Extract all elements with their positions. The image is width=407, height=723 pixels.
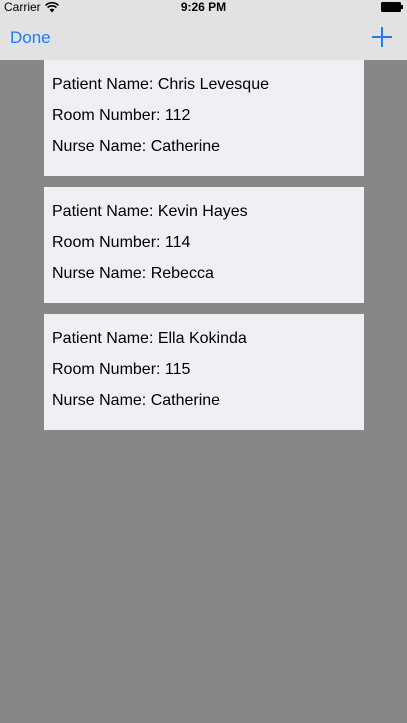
room-number-label: Room Number: 115 bbox=[52, 361, 191, 378]
status-bar: Carrier 9:26 PM bbox=[0, 0, 407, 14]
patient-name-label: Patient Name: Chris Levesque bbox=[52, 76, 269, 93]
navigation-bar: Done bbox=[0, 14, 407, 60]
room-number-label: Room Number: 114 bbox=[52, 234, 191, 251]
patient-card[interactable]: Patient Name: Kevin Hayes Room Number: 1… bbox=[44, 187, 364, 303]
nurse-name-label: Nurse Name: Catherine bbox=[52, 138, 221, 155]
battery-icon bbox=[381, 2, 403, 12]
room-number-label: Room Number: 112 bbox=[52, 107, 191, 124]
plus-icon[interactable] bbox=[371, 26, 393, 48]
done-button[interactable]: Done bbox=[10, 28, 51, 48]
patient-name-label: Patient Name: Ella Kokinda bbox=[52, 330, 247, 347]
nurse-name-label: Nurse Name: Catherine bbox=[52, 392, 221, 409]
nurse-name-label: Nurse Name: Rebecca bbox=[52, 265, 214, 282]
patient-card[interactable]: Patient Name: Ella Kokinda Room Number: … bbox=[44, 314, 364, 430]
patient-card[interactable]: Patient Name: Chris Levesque Room Number… bbox=[44, 60, 364, 176]
patient-name-label: Patient Name: Kevin Hayes bbox=[52, 203, 248, 220]
status-time: 9:26 PM bbox=[180, 0, 227, 14]
